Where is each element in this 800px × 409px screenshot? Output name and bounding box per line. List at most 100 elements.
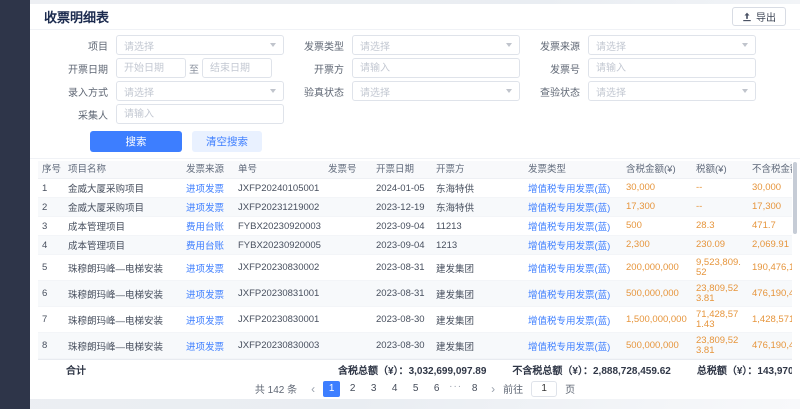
cell-source[interactable]: 进项发票	[182, 181, 234, 195]
total-tax: 总税额（¥）：143,970,638.28	[697, 362, 792, 377]
table-row[interactable]: 3成本管理项目费用台账FYBX202309200032023-09-041121…	[38, 217, 792, 236]
cell-source[interactable]: 进项发票	[182, 200, 234, 214]
table-scrollbar[interactable]	[793, 162, 797, 234]
select-placeholder: 请选择	[596, 84, 626, 99]
start-date-input[interactable]	[116, 58, 186, 78]
goto-page-input[interactable]	[531, 381, 557, 397]
table-row[interactable]: 8珠穆朗玛峰—电梯安装进项发票JXFP202308300032023-08-30…	[38, 333, 792, 359]
cell-source[interactable]: 进项发票	[182, 261, 234, 275]
field-label: 开票日期	[56, 61, 108, 76]
next-page-button[interactable]: ›	[488, 382, 498, 396]
page-button-6[interactable]: 6	[428, 381, 445, 397]
select-placeholder: 请选择	[596, 38, 626, 53]
select-placeholder: 请选择	[124, 38, 154, 53]
cell-tax: --	[692, 183, 748, 193]
field-label: 采集人	[56, 107, 108, 122]
table-row[interactable]: 1金威大厦采购项目进项发票JXFP202401050012024-01-05东海…	[38, 179, 792, 198]
cell-amount: 500	[622, 221, 692, 231]
clear-search-button[interactable]: 清空搜索	[192, 131, 262, 152]
filter-panel: 项目 请选择 发票类型 请选择 发票来源 请选择	[30, 30, 800, 159]
cell-source[interactable]: 进项发票	[182, 287, 234, 301]
cell-source[interactable]: 费用台账	[182, 219, 234, 233]
total-without-tax: 不含税总额（¥）：2,888,728,459.62	[512, 362, 670, 377]
cell-issuer: 东海特供	[432, 200, 524, 214]
cell-date: 2023-12-19	[372, 202, 432, 213]
cell-order_no: JXFP20230830003	[234, 340, 324, 351]
table-row[interactable]: 4成本管理项目费用台账FYBX202309200052023-09-041213…	[38, 236, 792, 255]
cell-index: 2	[38, 202, 64, 213]
cell-tax: 71,428,571.43	[692, 310, 748, 330]
invoice-table: 序号项目名称发票来源单号发票号开票日期开票方发票类型含税金额(¥)税额(¥)不含…	[38, 161, 792, 378]
cell-issuer: 11213	[432, 221, 524, 232]
filter-field-collector: 采集人	[56, 104, 284, 124]
filter-grid: 项目 请选择 发票类型 请选择 发票来源 请选择	[56, 35, 790, 124]
chevron-down-icon	[270, 43, 276, 47]
cell-net: 17,300	[748, 202, 792, 212]
export-button-label: 导出	[756, 9, 776, 24]
total-with-tax: 含税总额（¥）：3,032,699,097.89	[338, 362, 486, 377]
page-button-3[interactable]: 3	[365, 381, 382, 397]
search-button[interactable]: 搜索	[90, 131, 182, 152]
pagination: 共 142 条 ‹ 123456···8 › 前往 页	[30, 378, 800, 399]
cell-project: 珠穆朗玛峰—电梯安装	[64, 313, 182, 327]
cell-tax: 23,809,523.81	[692, 284, 748, 304]
select-placeholder: 请选择	[124, 84, 154, 99]
cell-tax: --	[692, 202, 748, 212]
column-header: 含税金额(¥)	[622, 161, 692, 178]
page-button-8[interactable]: 8	[466, 381, 483, 397]
goto-label: 前往	[503, 381, 523, 396]
chevron-down-icon	[742, 43, 748, 47]
prev-page-button[interactable]: ‹	[308, 382, 318, 396]
page-button-2[interactable]: 2	[344, 381, 361, 397]
column-header: 序号	[38, 161, 64, 178]
column-header: 不含税金额(¥)	[748, 161, 792, 178]
cell-date: 2023-08-30	[372, 340, 432, 351]
entry-method-select[interactable]: 请选择	[116, 81, 284, 101]
date-range: 至	[116, 58, 284, 78]
cell-source[interactable]: 费用台账	[182, 238, 234, 252]
cell-source[interactable]: 进项发票	[182, 313, 234, 327]
cell-amount: 200,000,000	[622, 263, 692, 273]
filter-field-project: 项目 请选择	[56, 35, 284, 55]
cell-amount: 500,000,000	[622, 341, 692, 351]
cell-tax: 28.3	[692, 221, 748, 231]
cell-type: 增值税专用发票(蓝)	[524, 181, 622, 195]
collector-input[interactable]	[116, 104, 284, 124]
project-select[interactable]: 请选择	[116, 35, 284, 55]
verify-status-select[interactable]: 请选择	[352, 81, 520, 101]
end-date-input[interactable]	[202, 58, 272, 78]
cell-date: 2023-09-04	[372, 221, 432, 232]
cell-tax: 230.09	[692, 240, 748, 250]
page-button-5[interactable]: 5	[407, 381, 424, 397]
cell-net: 476,190,476.19	[748, 289, 792, 299]
cell-source[interactable]: 进项发票	[182, 339, 234, 353]
table-row[interactable]: 2金威大厦采购项目进项发票JXFP202312190022023-12-19东海…	[38, 198, 792, 217]
desktop-background: 收票明细表 导出 项目 请选择 发票类型	[0, 0, 800, 409]
table-row[interactable]: 5珠穆朗玛峰—电梯安装进项发票JXFP202308300022023-08-31…	[38, 255, 792, 281]
column-header: 单号	[234, 161, 324, 178]
cell-type: 增值税专用发票(蓝)	[524, 219, 622, 233]
invoice-no-input[interactable]	[588, 58, 756, 78]
invoice-source-select[interactable]: 请选择	[588, 35, 756, 55]
issuer-input[interactable]	[352, 58, 520, 78]
table-row[interactable]: 7珠穆朗玛峰—电梯安装进项发票JXFP202308300012023-08-30…	[38, 307, 792, 333]
check-status-select[interactable]: 请选择	[588, 81, 756, 101]
invoice-type-select[interactable]: 请选择	[352, 35, 520, 55]
chevron-down-icon	[506, 89, 512, 93]
cell-net: 30,000	[748, 183, 792, 193]
export-button[interactable]: 导出	[732, 7, 786, 26]
chevron-down-icon	[742, 89, 748, 93]
cell-net: 2,069.91	[748, 240, 792, 250]
cell-type: 增值税专用发票(蓝)	[524, 200, 622, 214]
pagination-total: 共 142 条	[255, 381, 297, 396]
cell-index: 5	[38, 262, 64, 273]
goto-suffix: 页	[565, 381, 575, 396]
cell-order_no: FYBX20230920005	[234, 240, 324, 251]
cell-project: 珠穆朗玛峰—电梯安装	[64, 261, 182, 275]
column-header: 开票日期	[372, 161, 432, 178]
cell-order_no: JXFP20230831001	[234, 288, 324, 299]
cell-order_no: FYBX20230920003	[234, 221, 324, 232]
page-button-1[interactable]: 1	[323, 381, 340, 397]
page-button-4[interactable]: 4	[386, 381, 403, 397]
table-row[interactable]: 6珠穆朗玛峰—电梯安装进项发票JXFP202308310012023-08-31…	[38, 281, 792, 307]
